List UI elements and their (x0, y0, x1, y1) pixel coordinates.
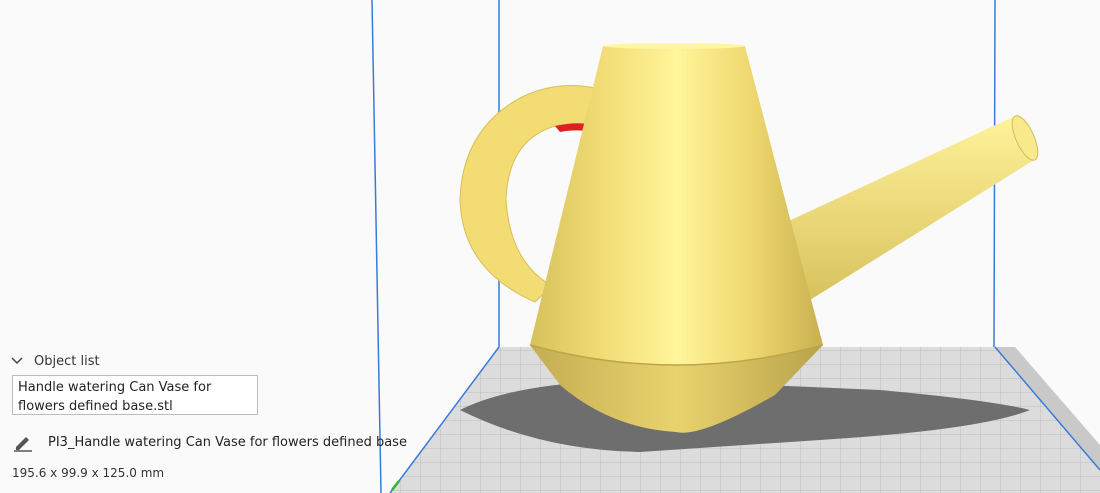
object-list-item[interactable]: Handle watering Can Vase for flowers def… (18, 378, 252, 416)
job-name: PI3_Handle watering Can Vase for flowers… (48, 434, 407, 450)
object-list-header[interactable]: Object list (10, 350, 100, 372)
3d-viewport[interactable] (0, 0, 1100, 493)
object-list-label: Object list (34, 353, 100, 369)
object-list-box[interactable]: Handle watering Can Vase for flowers def… (12, 375, 258, 415)
job-name-row: PI3_Handle watering Can Vase for flowers… (12, 431, 407, 453)
pencil-icon[interactable] (12, 432, 34, 452)
chevron-down-icon[interactable] (10, 354, 24, 368)
model-dimensions: 195.6 x 99.9 x 125.0 mm (12, 466, 165, 480)
spout (780, 115, 1039, 301)
